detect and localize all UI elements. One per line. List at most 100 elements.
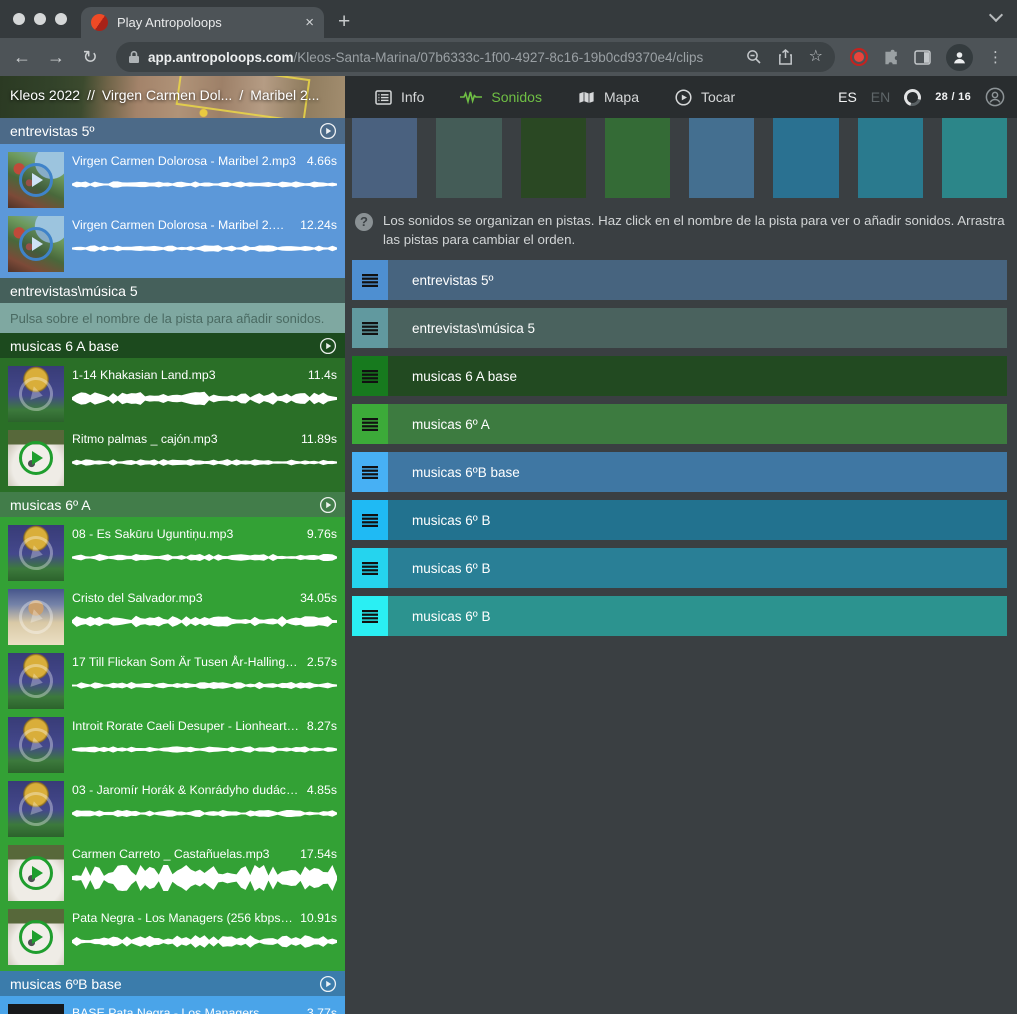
extensions-puzzle-icon[interactable] [882, 49, 899, 66]
track-label[interactable]: entrevistas 5º [412, 273, 493, 288]
waveform[interactable] [72, 612, 337, 631]
track-section-header[interactable]: musicas 6 A base [0, 333, 345, 358]
reload-button[interactable]: ↻ [76, 47, 104, 68]
play-clip-icon[interactable] [15, 660, 56, 701]
track-section-title[interactable]: musicas 6ºB base [10, 976, 319, 992]
waveform[interactable] [72, 177, 337, 192]
waveform[interactable] [72, 389, 337, 408]
clip-row[interactable]: Ritmo palmas _ cajón.mp311.89s [0, 426, 345, 490]
track-section-title[interactable]: entrevistas\música 5 [10, 283, 337, 299]
clip-thumbnail[interactable] [8, 430, 64, 486]
track-row[interactable]: entrevistas\música 5 [352, 308, 1007, 348]
clip-name[interactable]: 03 - Jaromír Horák & Konrádyho dudácká .… [72, 783, 301, 797]
clip-name[interactable]: Ritmo palmas _ cajón.mp3 [72, 432, 218, 446]
side-panel-icon[interactable] [914, 50, 931, 65]
breadcrumb-current[interactable]: Maribel 2... [250, 87, 319, 103]
clip-thumbnail[interactable] [8, 781, 64, 837]
track-bar[interactable]: entrevistas 5º [388, 260, 1007, 300]
track-swatch[interactable] [689, 118, 754, 198]
clip-thumbnail[interactable] [8, 589, 64, 645]
clip-name[interactable]: Carmen Carreto _ Castañuelas.mp3 [72, 847, 270, 861]
clip-name[interactable]: Pata Negra - Los Managers (256 kbps).mp3 [72, 911, 294, 925]
play-clip-icon[interactable] [15, 532, 56, 573]
forward-button[interactable]: → [42, 47, 70, 68]
track-section-header[interactable]: musicas 6ºB base [0, 971, 345, 996]
play-clip-icon[interactable] [19, 441, 53, 475]
play-clip-icon[interactable] [15, 724, 56, 765]
clip-thumbnail[interactable] [8, 366, 64, 422]
map-thumbnail-banner[interactable]: Kleos 2022//Virgen Carmen Dol.../Maribel… [0, 76, 345, 118]
breadcrumb-project[interactable]: Kleos 2022 [10, 87, 80, 103]
waveform[interactable] [72, 241, 337, 256]
tab-sonidos[interactable]: Sonidos [446, 89, 556, 105]
track-row[interactable]: musicas 6ºB base [352, 452, 1007, 492]
clip-thumbnail[interactable] [8, 845, 64, 901]
play-clip-icon[interactable] [19, 920, 53, 954]
waveform[interactable] [72, 865, 337, 891]
track-label[interactable]: musicas 6º B [412, 609, 490, 624]
track-label[interactable]: musicas 6 A base [412, 369, 517, 384]
clip-thumbnail[interactable] [8, 525, 64, 581]
clip-name[interactable]: BASE Pata Negra - Los Managers [72, 1006, 259, 1014]
play-track-icon[interactable] [319, 122, 337, 140]
drag-handle[interactable] [352, 260, 388, 300]
zoom-out-page-icon[interactable] [746, 49, 762, 65]
browser-profile-avatar[interactable] [946, 44, 973, 71]
play-track-icon[interactable] [319, 337, 337, 355]
waveform[interactable] [72, 678, 337, 693]
clip-row[interactable]: 08 - Es Sakūru Uguntiņu.mp39.76s [0, 521, 345, 585]
close-window-button[interactable] [13, 13, 25, 25]
waveform[interactable] [72, 806, 337, 821]
track-bar[interactable]: musicas 6 A base [388, 356, 1007, 396]
clip-row[interactable]: Virgen Carmen Dolorosa - Maribel 2.mp312… [0, 212, 345, 276]
track-label[interactable]: musicas 6ºB base [412, 465, 520, 480]
breadcrumb-parent[interactable]: Virgen Carmen Dol... [102, 87, 232, 103]
track-bar[interactable]: musicas 6º A [388, 404, 1007, 444]
drag-handle[interactable] [352, 596, 388, 636]
clip-row[interactable]: Carmen Carreto _ Castañuelas.mp317.54s [0, 841, 345, 905]
tab-search-chevron-icon[interactable] [989, 8, 1003, 22]
tab-info[interactable]: Info [361, 89, 438, 105]
play-track-icon[interactable] [319, 975, 337, 993]
clip-name[interactable]: Introit Rorate Caeli Desuper - Lionheart… [72, 719, 301, 733]
drag-handle[interactable] [352, 308, 388, 348]
clip-name[interactable]: Cristo del Salvador.mp3 [72, 591, 203, 605]
track-swatch[interactable] [858, 118, 923, 198]
url-text[interactable]: app.antropoloops.com/Kleos-Santa-Marina/… [148, 50, 738, 65]
tab-tocar[interactable]: Tocar [661, 89, 749, 106]
clip-name[interactable]: 1-14 Khakasian Land.mp3 [72, 368, 216, 382]
track-label[interactable]: entrevistas\música 5 [412, 321, 535, 336]
track-bar[interactable]: musicas 6ºB base [388, 452, 1007, 492]
waveform[interactable] [72, 932, 337, 951]
clip-row[interactable]: Cristo del Salvador.mp334.05s [0, 585, 345, 649]
track-swatch[interactable] [521, 118, 586, 198]
clip-name[interactable]: 17 Till Flickan Som Är Tusen År-Halling … [72, 655, 301, 669]
browser-tab[interactable]: Play Antropoloops × [81, 7, 324, 38]
clip-thumbnail[interactable] [8, 216, 64, 272]
clip-row[interactable]: Introit Rorate Caeli Desuper - Lionheart… [0, 713, 345, 777]
play-clip-icon[interactable] [19, 856, 53, 890]
clip-name[interactable]: 08 - Es Sakūru Uguntiņu.mp3 [72, 527, 233, 541]
track-swatch[interactable] [436, 118, 501, 198]
track-swatch[interactable] [352, 118, 417, 198]
address-bar[interactable]: app.antropoloops.com/Kleos-Santa-Marina/… [116, 42, 835, 72]
track-label[interactable]: musicas 6º B [412, 561, 490, 576]
window-controls[interactable] [0, 0, 81, 38]
track-section-title[interactable]: entrevistas 5º [10, 123, 319, 139]
play-clip-icon[interactable] [15, 788, 56, 829]
track-swatch[interactable] [605, 118, 670, 198]
track-row[interactable]: musicas 6 A base [352, 356, 1007, 396]
clip-row[interactable]: Virgen Carmen Dolorosa - Maribel 2.mp34.… [0, 148, 345, 212]
drag-handle[interactable] [352, 548, 388, 588]
track-swatch[interactable] [942, 118, 1007, 198]
clip-row[interactable]: BASE Pata Negra - Los Managers3.77s [0, 1000, 345, 1014]
track-bar[interactable]: musicas 6º B [388, 500, 1007, 540]
new-tab-button[interactable]: + [338, 10, 350, 34]
drag-handle[interactable] [352, 452, 388, 492]
account-icon[interactable] [985, 87, 1005, 107]
waveform[interactable] [72, 550, 337, 565]
zoom-window-button[interactable] [55, 13, 67, 25]
clip-row[interactable]: 1-14 Khakasian Land.mp311.4s [0, 362, 345, 426]
track-section-header[interactable]: musicas 6º A [0, 492, 345, 517]
track-label[interactable]: musicas 6º B [412, 513, 490, 528]
